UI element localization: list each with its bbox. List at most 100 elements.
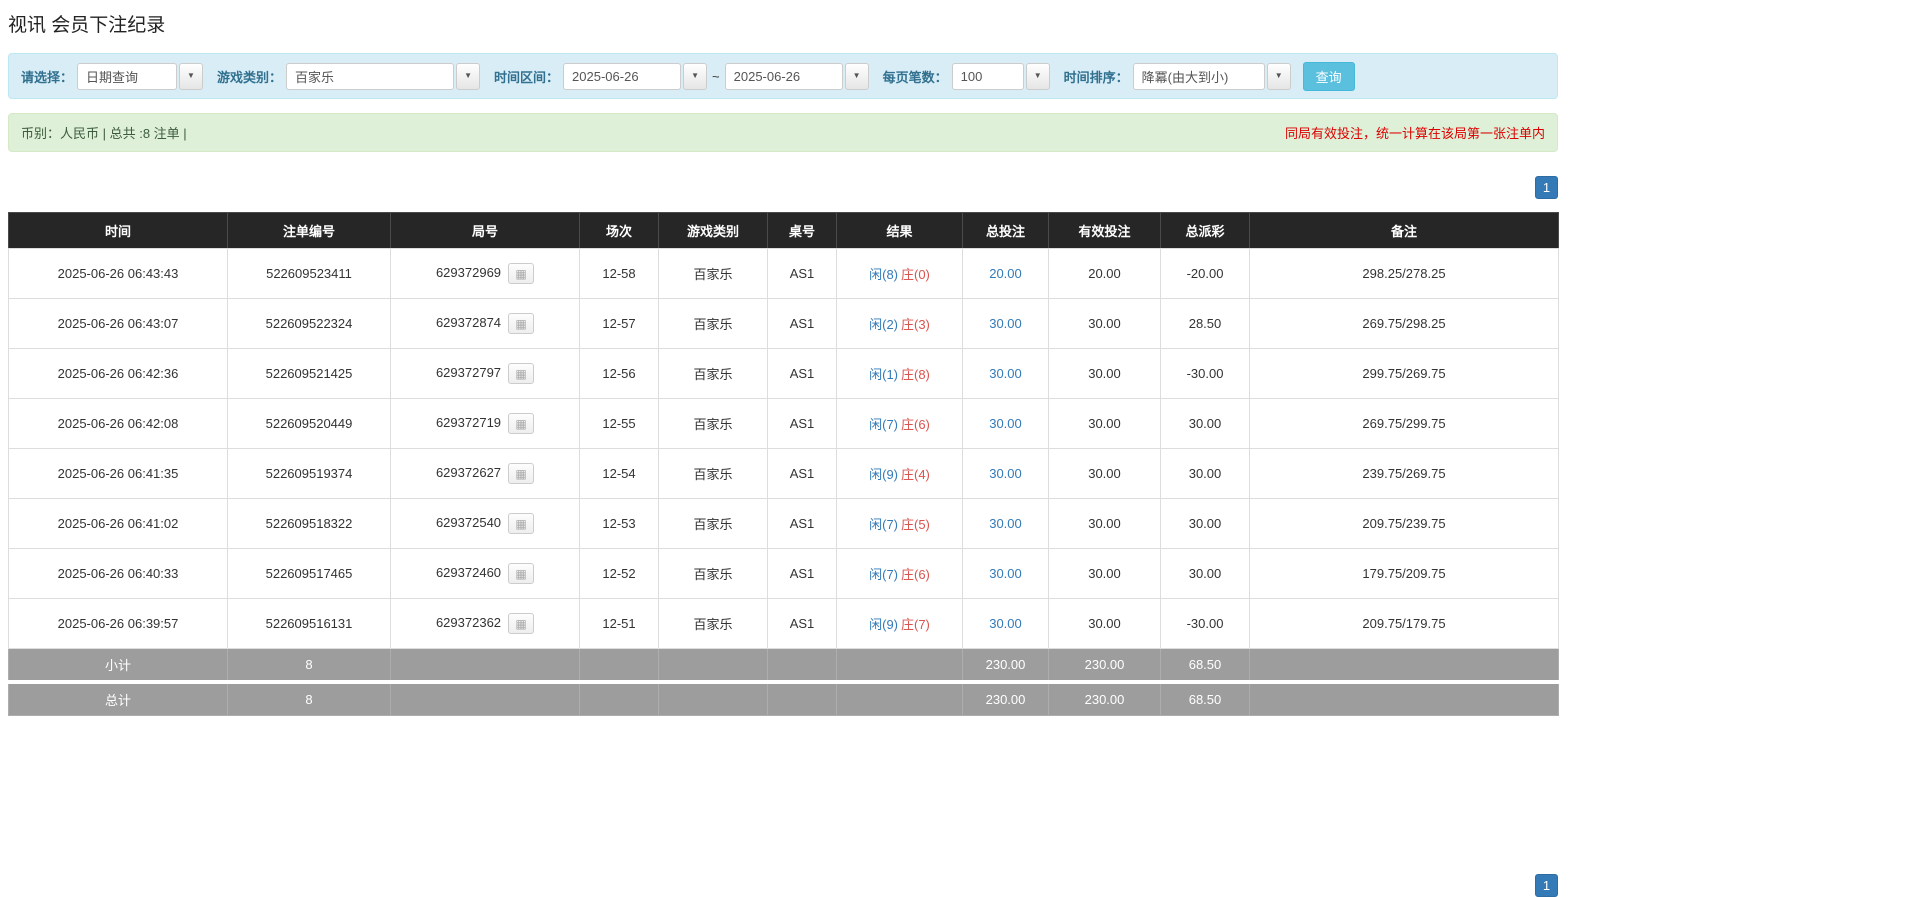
valid-bet-cell: 30.00 (1048, 298, 1161, 349)
query-type-input[interactable] (77, 62, 178, 90)
search-button[interactable]: 查询 (1302, 61, 1355, 91)
round-cell: 629372719 ▦ (390, 398, 580, 449)
page-1-button[interactable]: 1 (1535, 176, 1558, 199)
total-bet-cell: 30.00 (962, 348, 1049, 399)
subtotal-total-payout: 68.50 (1160, 648, 1250, 683)
time-sort-label: 时间排序： (1063, 69, 1129, 85)
header-total-payout: 总派彩 (1160, 212, 1250, 249)
round-result-image-button[interactable]: ▦ (508, 413, 535, 434)
total-bet-link[interactable]: 30.00 (989, 366, 1022, 381)
header-time: 时间 (8, 212, 228, 249)
round-id: 629372797 (435, 364, 502, 380)
filter-bar: 请选择： ▼ 游戏类别： ▼ 时间区间： ▼ ~ ▼ 每页笔数： ▼ 时间排序：… (8, 53, 1558, 99)
header-game-type: 游戏类别 (658, 212, 768, 249)
date-to-dropdown-button[interactable]: ▼ (844, 62, 869, 90)
result-cell: 闲(9) 庄(7) (836, 598, 963, 649)
result-banker: 庄(6) (901, 567, 930, 582)
game-type-label: 游戏类别： (217, 69, 283, 85)
cards-icon: ▦ (515, 316, 527, 331)
query-type-dropdown-button[interactable]: ▼ (179, 62, 204, 90)
payout-cell: 30.00 (1160, 548, 1250, 599)
table-no-cell: AS1 (767, 598, 837, 649)
session-cell: 12-52 (579, 548, 659, 599)
bet-id-cell: 522609516131 (227, 598, 391, 649)
cards-icon: ▦ (515, 366, 527, 381)
total-bet-link[interactable]: 30.00 (989, 316, 1022, 331)
header-round-id: 局号 (390, 212, 580, 249)
chevron-down-icon: ▼ (691, 71, 699, 80)
round-result-image-button[interactable]: ▦ (508, 463, 535, 484)
page-size-dropdown-button[interactable]: ▼ (1025, 62, 1050, 90)
total-total-payout: 68.50 (1160, 680, 1250, 716)
subtotal-row: 小计 8 230.00 230.00 68.50 (8, 648, 1559, 683)
bet-id-cell: 522609523411 (227, 248, 391, 299)
round-result-image-button[interactable]: ▦ (508, 513, 535, 534)
game-type-cell: 百家乐 (658, 548, 768, 599)
round-result-image-button[interactable]: ▦ (508, 363, 535, 384)
result-banker: 庄(0) (901, 267, 930, 282)
total-bet-cell: 30.00 (962, 598, 1049, 649)
cards-icon: ▦ (515, 516, 527, 531)
cards-icon: ▦ (515, 616, 527, 631)
total-bet-link[interactable]: 20.00 (989, 266, 1022, 281)
result-cell: 闲(9) 庄(4) (836, 448, 963, 499)
round-result-image-button[interactable]: ▦ (508, 313, 535, 334)
result-player: 闲(7) (869, 517, 898, 532)
round-result-image-button[interactable]: ▦ (508, 563, 535, 584)
total-bet-link[interactable]: 30.00 (989, 616, 1022, 631)
cards-icon: ▦ (515, 266, 527, 281)
page-size-input[interactable] (951, 62, 1024, 90)
bet-id-cell: 522609522324 (227, 298, 391, 349)
bet-id-cell: 522609520449 (227, 398, 391, 449)
total-bet-link[interactable]: 30.00 (989, 516, 1022, 531)
date-to-input[interactable] (724, 62, 843, 90)
payout-cell: 30.00 (1160, 448, 1250, 499)
page-size-label: 每页笔数： (882, 69, 948, 85)
result-player: 闲(2) (869, 317, 898, 332)
total-bet-cell: 20.00 (962, 248, 1049, 299)
result-cell: 闲(7) 庄(6) (836, 398, 963, 449)
total-bet-link[interactable]: 30.00 (989, 566, 1022, 581)
date-from-input[interactable] (563, 62, 682, 90)
remark-cell: 299.75/269.75 (1249, 348, 1559, 399)
pagination-top: 1 (8, 176, 1558, 199)
result-cell: 闲(8) 庄(0) (836, 248, 963, 299)
date-from-dropdown-button[interactable]: ▼ (683, 62, 708, 90)
result-cell: 闲(7) 庄(5) (836, 498, 963, 549)
subtotal-label: 小计 (8, 648, 228, 683)
subtotal-count: 8 (227, 648, 391, 683)
remark-cell: 209.75/239.75 (1249, 498, 1559, 549)
round-result-image-button[interactable]: ▦ (508, 263, 535, 284)
round-result-image-button[interactable]: ▦ (508, 613, 535, 634)
remark-cell: 239.75/269.75 (1249, 448, 1559, 499)
table-row: 2025-06-26 06:43:07 522609522324 6293728… (8, 298, 1559, 349)
page-1-button-bottom[interactable]: 1 (1535, 874, 1558, 897)
game-type-cell: 百家乐 (658, 598, 768, 649)
round-cell: 629372797 ▦ (390, 348, 580, 399)
query-type-combobox: ▼ (77, 62, 204, 90)
cards-icon: ▦ (515, 566, 527, 581)
chevron-down-icon: ▼ (464, 71, 472, 80)
bet-id-cell: 522609519374 (227, 448, 391, 499)
payout-cell: -20.00 (1160, 248, 1250, 299)
round-cell: 629372460 ▦ (390, 548, 580, 599)
result-cell: 闲(7) 庄(6) (836, 548, 963, 599)
header-remark: 备注 (1249, 212, 1559, 249)
header-session: 场次 (579, 212, 659, 249)
valid-bet-cell: 30.00 (1048, 448, 1161, 499)
time-sort-input[interactable] (1132, 62, 1265, 90)
time-sort-dropdown-button[interactable]: ▼ (1266, 62, 1291, 90)
total-bet-link[interactable]: 30.00 (989, 416, 1022, 431)
table-no-cell: AS1 (767, 298, 837, 349)
bet-id-cell: 522609518322 (227, 498, 391, 549)
result-player: 闲(8) (869, 267, 898, 282)
cards-icon: ▦ (515, 416, 527, 431)
date-range-separator: ~ (712, 68, 720, 84)
total-bet-link[interactable]: 30.00 (989, 466, 1022, 481)
round-id: 629372460 (435, 564, 502, 580)
valid-bet-cell: 30.00 (1048, 348, 1161, 399)
game-type-dropdown-button[interactable]: ▼ (456, 62, 481, 90)
table-no-cell: AS1 (767, 398, 837, 449)
game-type-input[interactable] (286, 62, 455, 90)
round-id: 629372540 (435, 514, 502, 530)
